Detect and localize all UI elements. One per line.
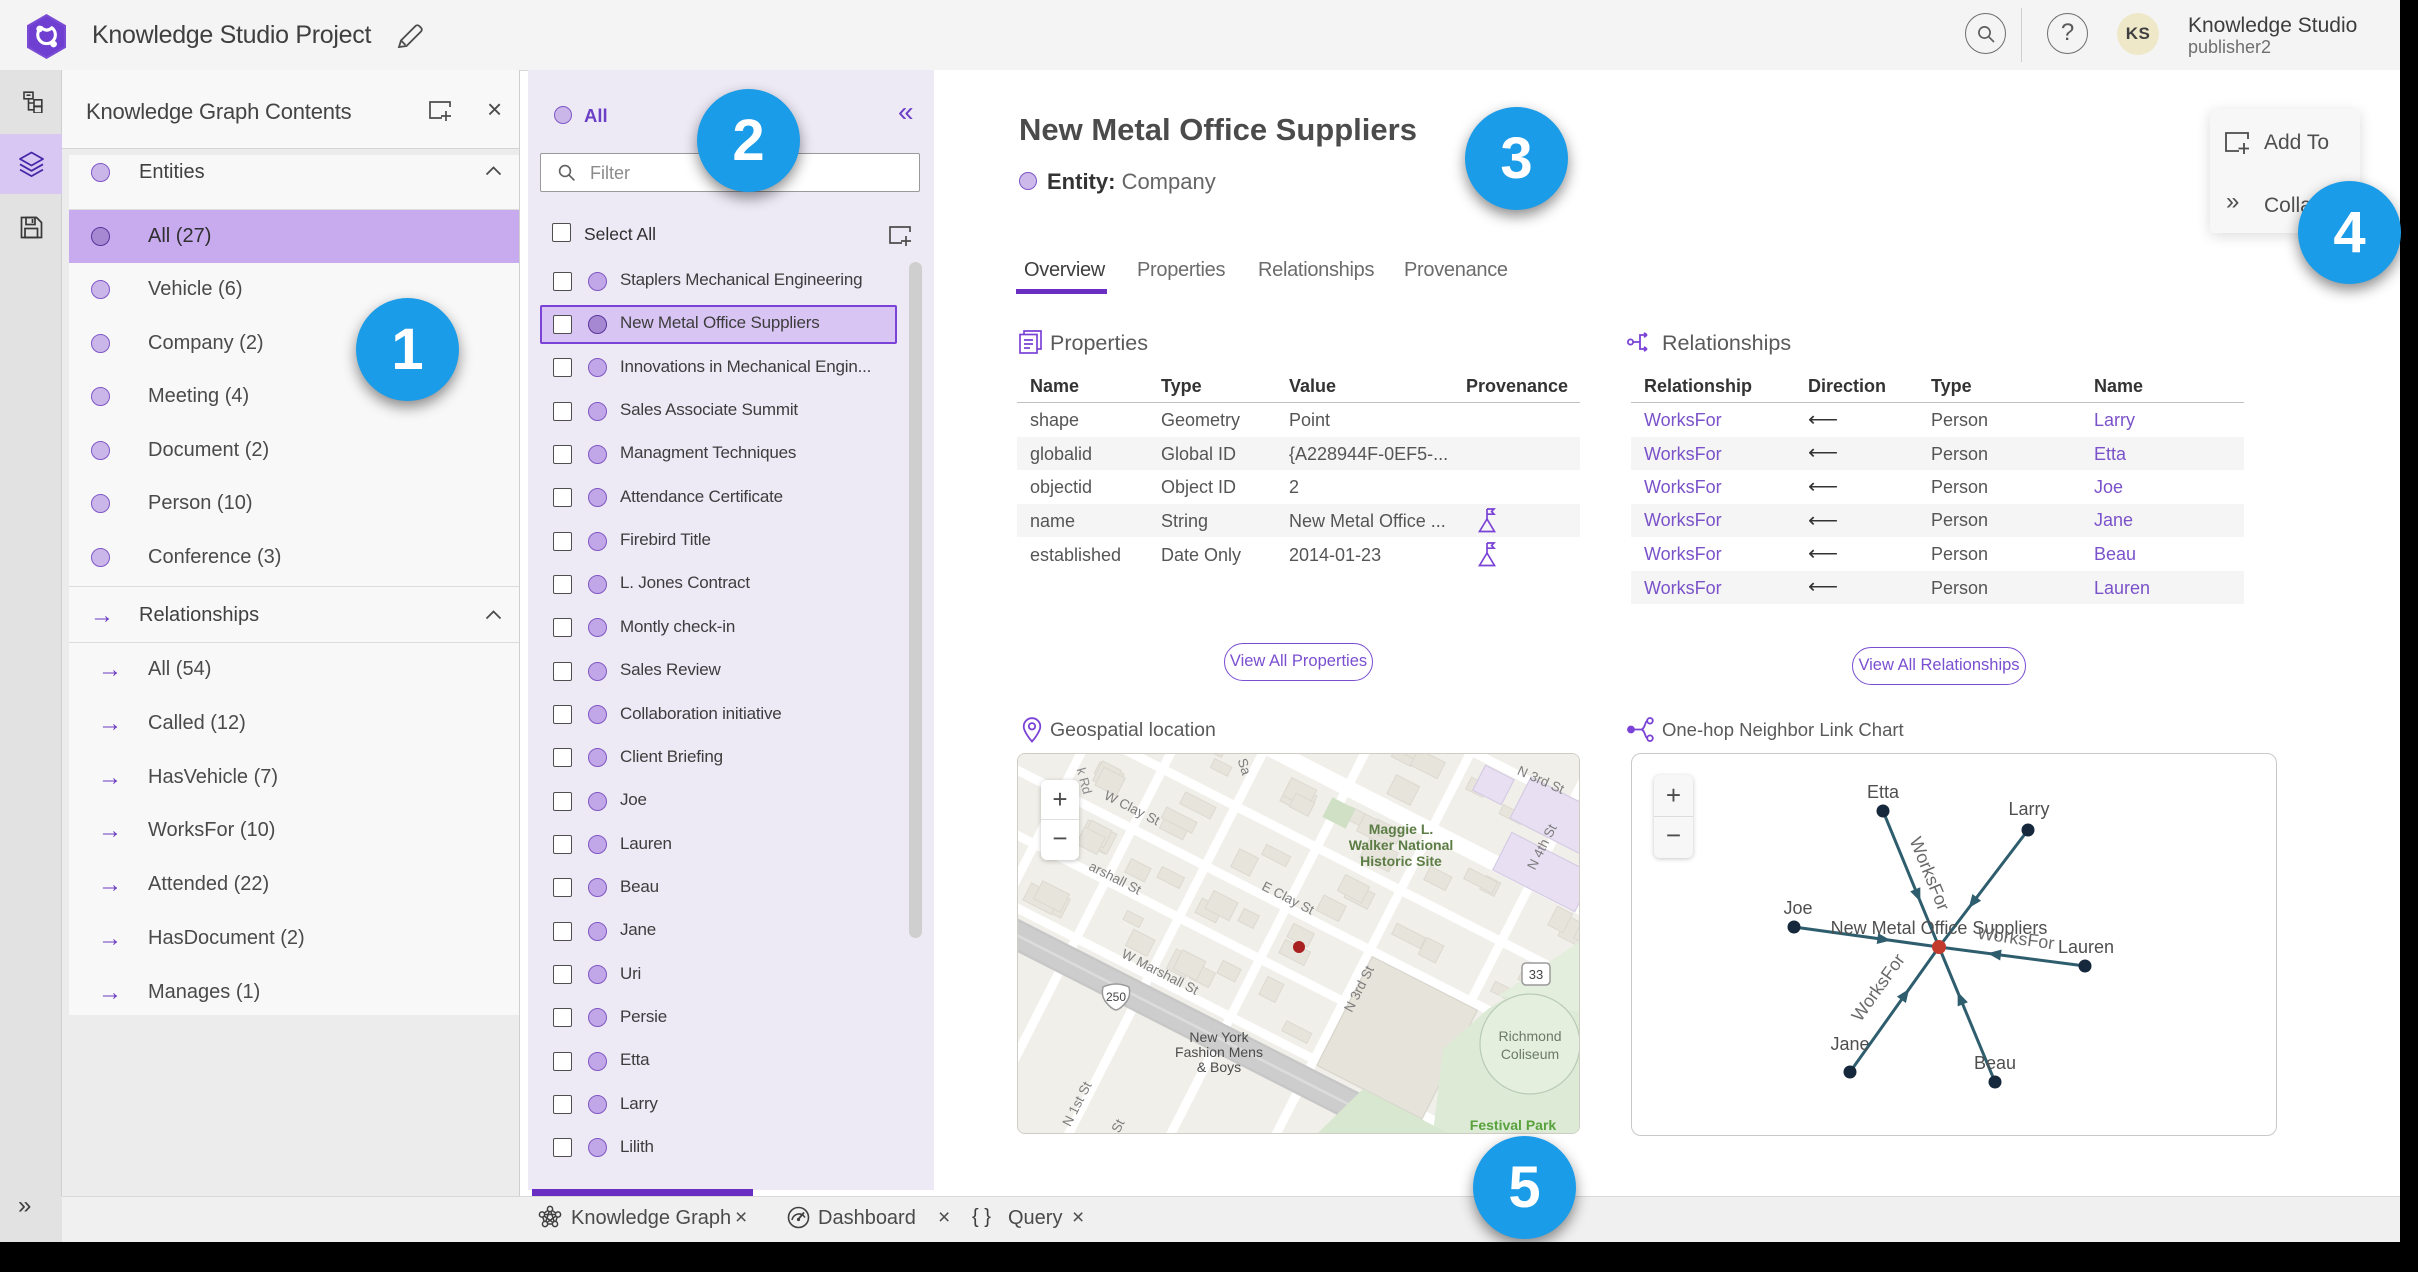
svg-text:33: 33: [1529, 967, 1543, 982]
svg-text:Maggie L.: Maggie L.: [1369, 821, 1434, 837]
svg-text:New York: New York: [1189, 1029, 1249, 1045]
svg-text:& Boys: & Boys: [1197, 1059, 1241, 1075]
svg-text:250: 250: [1106, 990, 1126, 1004]
svg-text:Historic Site: Historic Site: [1360, 853, 1442, 869]
svg-text:Richmond: Richmond: [1498, 1028, 1561, 1044]
svg-text:Larry: Larry: [2008, 799, 2049, 819]
svg-text:Jane: Jane: [1830, 1034, 1869, 1054]
svg-text:WorksFor: WorksFor: [1847, 950, 1908, 1025]
svg-text:Walker National: Walker National: [1349, 837, 1454, 853]
svg-text:Lauren: Lauren: [2058, 937, 2114, 957]
svg-text:Etta: Etta: [1867, 782, 1900, 802]
svg-text:WorksFor: WorksFor: [1906, 834, 1954, 913]
svg-text:Joe: Joe: [1783, 898, 1812, 918]
svg-text:Festival Park: Festival Park: [1470, 1117, 1557, 1133]
svg-text:Coliseum: Coliseum: [1501, 1046, 1559, 1062]
svg-text:Beau: Beau: [1974, 1053, 2016, 1073]
svg-text:Fashion Mens: Fashion Mens: [1175, 1044, 1263, 1060]
